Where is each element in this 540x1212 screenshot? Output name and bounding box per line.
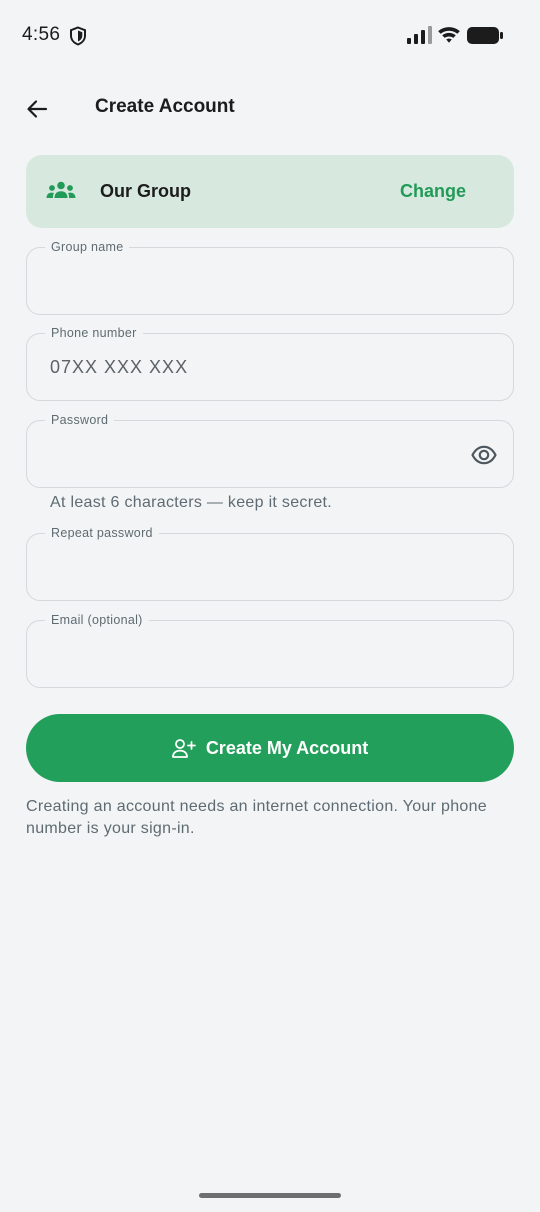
repeat-password-input[interactable] <box>50 534 470 600</box>
phone-number-field[interactable]: Phone number <box>26 326 514 401</box>
battery-icon <box>467 27 503 44</box>
group-name-input[interactable] <box>50 248 470 314</box>
back-button[interactable] <box>18 90 56 128</box>
create-account-screen: 4:56 Create Account Our Group Change Gro… <box>0 0 540 1212</box>
email-input[interactable] <box>50 621 470 687</box>
home-indicator[interactable] <box>199 1193 341 1198</box>
person-add-icon <box>171 739 196 758</box>
password-field[interactable]: Password <box>26 413 514 488</box>
repeat-password-field[interactable]: Repeat password <box>26 526 514 601</box>
change-group-button[interactable]: Change <box>400 181 466 202</box>
eye-icon[interactable] <box>471 442 497 468</box>
create-account-button[interactable]: Create My Account <box>26 714 514 782</box>
wifi-icon <box>438 27 460 43</box>
email-field[interactable]: Email (optional) <box>26 613 514 688</box>
create-account-label: Create My Account <box>205 737 369 758</box>
page-title: Create Account <box>95 96 235 117</box>
group-icon <box>46 181 76 198</box>
signal-icon <box>407 26 432 44</box>
shield-icon <box>70 26 86 46</box>
group-card: Our Group Change <box>26 155 514 228</box>
password-input[interactable] <box>50 421 470 487</box>
status-bar: 4:56 <box>0 0 540 70</box>
connection-note: Creating an account needs an internet co… <box>26 798 487 837</box>
app-bar: Create Account <box>0 80 540 136</box>
phone-number-input[interactable] <box>50 334 470 400</box>
password-helper-text: At least 6 characters — keep it secret. <box>50 494 333 511</box>
group-name: Our Group <box>100 181 191 201</box>
arrow-left-icon <box>27 100 48 118</box>
status-time: 4:56 <box>22 24 61 45</box>
group-name-field[interactable]: Group name <box>26 240 514 315</box>
